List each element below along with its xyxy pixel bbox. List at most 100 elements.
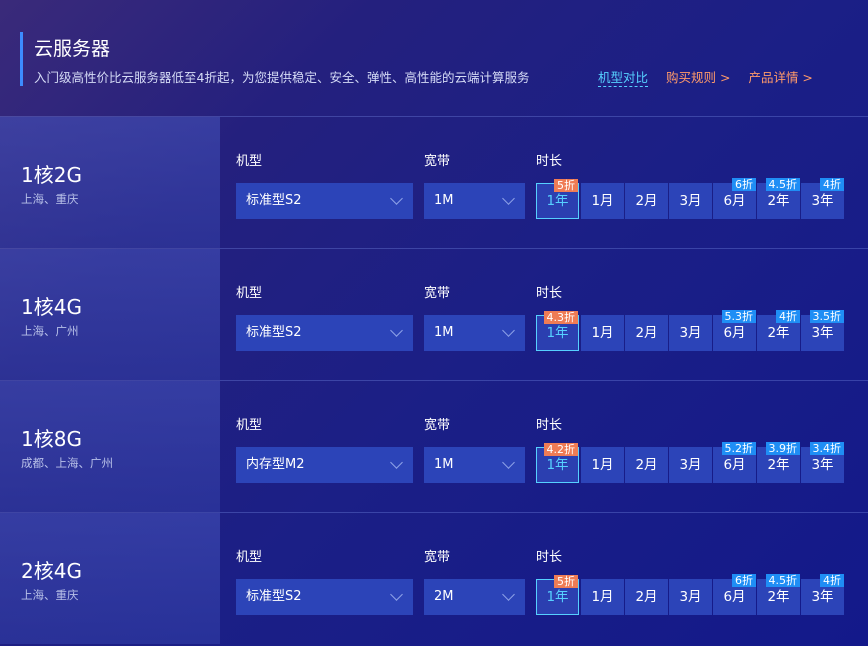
chevron-down-icon [502,192,515,205]
duration-option-label: 1年 [546,325,569,341]
duration-option[interactable]: 2年 4折 [757,310,800,351]
bandwidth-select-value: 1M [434,325,454,340]
duration-option[interactable]: 1年 5折 [536,179,579,219]
duration-option-label: 3年 [811,325,834,341]
duration-option[interactable]: 2月 [625,447,668,483]
product-row: 2核4G 上海、重庆 机型 宽带 时长 标准型S2 2M 1年 5折 1月 2月 3月 6月 6折 2年 4.… [0,512,868,644]
duration-option[interactable]: 2年 3.9折 [757,442,800,483]
page-title: 云服务器 [34,38,111,60]
discount-badge: 4.5折 [765,574,800,587]
duration-option[interactable]: 6月 6折 [713,574,756,615]
duration-label: 时长 [536,286,563,301]
purchase-rules-link[interactable]: 购买规则 > [666,70,730,85]
duration-option[interactable]: 2年 4.5折 [757,178,800,219]
duration-option-label: 6月 [723,325,746,341]
chevron-down-icon [502,324,515,337]
duration-label: 时长 [536,418,563,433]
duration-option-label: 1年 [546,457,569,473]
duration-option[interactable]: 3月 [669,315,712,351]
model-label: 机型 [236,154,263,169]
duration-option-label: 1月 [591,193,614,209]
duration-option[interactable]: 2年 4.5折 [757,574,800,615]
product-config: 1核2G [21,163,82,187]
bandwidth-select-value: 1M [434,457,454,472]
discount-badge: 6折 [732,574,756,587]
discount-badge: 4折 [820,574,844,587]
chevron-down-icon [390,588,403,601]
model-select[interactable]: 标准型S2 [236,183,413,219]
chevron-down-icon [390,324,403,337]
duration-option[interactable]: 3年 3.5折 [801,310,844,351]
duration-option-label: 3月 [679,193,702,209]
duration-option[interactable]: 1月 [581,315,624,351]
duration-option-label: 3年 [811,193,834,209]
discount-badge: 4折 [776,310,800,323]
duration-option[interactable]: 6月 5.3折 [713,310,756,351]
discount-badge: 3.5折 [809,310,844,323]
duration-options: 1年 4.2折 1月 2月 3月 6月 5.2折 2年 3.9折 3年 3.4折 [536,442,845,483]
product-regions: 成都、上海、广州 [21,456,113,470]
discount-badge: 4折 [820,178,844,191]
page-description: 入门级高性价比云服务器低至4折起，为您提供稳定、安全、弹性、高性能的云端计算服务 [34,70,530,85]
bandwidth-label: 宽带 [424,154,451,169]
duration-option[interactable]: 6月 6折 [713,178,756,219]
duration-option-label: 2月 [635,193,658,209]
model-label: 机型 [236,286,263,301]
duration-option-label: 2月 [635,589,658,605]
product-config: 2核4G [21,559,82,583]
model-label: 机型 [236,418,263,433]
product-details-link[interactable]: 产品详情 > [748,70,812,85]
duration-option[interactable]: 1年 5折 [536,575,579,615]
product-spec: 1核8G 成都、上海、广州 [0,381,220,512]
discount-badge: 5.2折 [721,442,756,455]
discount-badge: 5.3折 [721,310,756,323]
duration-option[interactable]: 2月 [625,579,668,615]
section-header: 云服务器 入门级高性价比云服务器低至4折起，为您提供稳定、安全、弹性、高性能的云… [20,32,860,88]
bandwidth-select[interactable]: 1M [424,315,525,351]
duration-option[interactable]: 3年 4折 [801,178,844,219]
duration-options: 1年 4.3折 1月 2月 3月 6月 5.3折 2年 4折 3年 3.5折 [536,310,845,351]
chevron-down-icon [502,588,515,601]
bandwidth-select[interactable]: 2M [424,579,525,615]
product-spec: 2核4G 上海、重庆 [0,513,220,644]
duration-option[interactable]: 3年 4折 [801,574,844,615]
duration-option[interactable]: 1年 4.2折 [536,443,579,483]
duration-option-label: 6月 [723,193,746,209]
bandwidth-select-value: 2M [434,589,454,604]
duration-option[interactable]: 1月 [581,447,624,483]
discount-badge: 3.9折 [765,442,800,455]
duration-option[interactable]: 1年 4.3折 [536,311,579,351]
duration-option[interactable]: 2月 [625,315,668,351]
duration-option[interactable]: 1月 [581,183,624,219]
duration-option[interactable]: 1月 [581,579,624,615]
bandwidth-select[interactable]: 1M [424,183,525,219]
discount-badge: 4.3折 [543,311,578,324]
duration-option-label: 1月 [591,325,614,341]
model-select[interactable]: 标准型S2 [236,579,413,615]
product-spec: 1核4G 上海、广州 [0,249,220,380]
header-links: 机型对比 购买规则 > 产品详情 > [598,67,813,87]
bandwidth-label: 宽带 [424,418,451,433]
duration-option-label: 2年 [767,193,790,209]
duration-option[interactable]: 3月 [669,579,712,615]
model-label: 机型 [236,550,263,565]
duration-option[interactable]: 3月 [669,447,712,483]
model-select[interactable]: 内存型M2 [236,447,413,483]
model-select[interactable]: 标准型S2 [236,315,413,351]
duration-option-label: 6月 [723,457,746,473]
duration-option-label: 1月 [591,457,614,473]
duration-option-label: 1月 [591,589,614,605]
bandwidth-select-value: 1M [434,193,454,208]
duration-option[interactable]: 3月 [669,183,712,219]
duration-option[interactable]: 2月 [625,183,668,219]
model-select-value: 标准型S2 [246,589,302,604]
product-row: 1核2G 上海、重庆 机型 宽带 时长 标准型S2 1M 1年 5折 1月 2月 3月 6月 6折 2年 4.… [0,116,868,248]
model-compare-link[interactable]: 机型对比 [598,70,649,87]
bandwidth-select[interactable]: 1M [424,447,525,483]
duration-option[interactable]: 6月 5.2折 [713,442,756,483]
duration-option[interactable]: 3年 3.4折 [801,442,844,483]
duration-option-label: 2年 [767,457,790,473]
product-row: 1核8G 成都、上海、广州 机型 宽带 时长内存型M2 1M 1年 4.2折 1月 2月 3月 6月 5… [0,380,868,512]
duration-options: 1年 5折 1月 2月 3月 6月 6折 2年 4.5折 3年 4折 [536,178,845,219]
duration-option-label: 2年 [767,325,790,341]
